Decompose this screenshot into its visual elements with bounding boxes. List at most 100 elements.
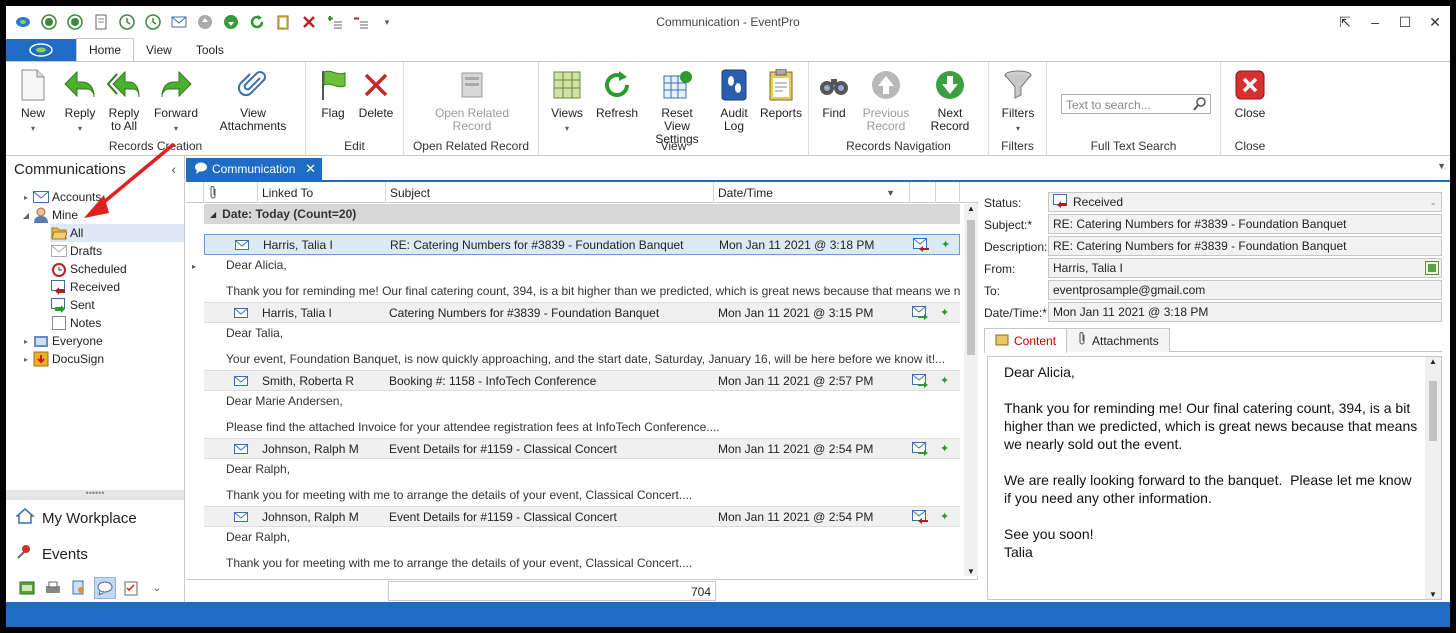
previous-record-button[interactable]: Previous Record [861, 68, 911, 133]
group-row-today[interactable]: ◢ Date: Today (Count=20) [204, 204, 960, 224]
table-row[interactable]: Harris, Talia I Catering Numbers for #383… [204, 302, 960, 323]
tree-item-scheduled[interactable]: Scheduled [50, 260, 127, 278]
tab-communication[interactable]: Communication ✕ [186, 158, 322, 180]
tree-item-mine[interactable]: ◢ Mine [20, 206, 78, 224]
header-flag[interactable] [936, 182, 960, 203]
tab-list-dropdown-icon[interactable]: ▼ [1437, 161, 1446, 171]
views-button[interactable]: Views ▾ [551, 68, 583, 135]
refresh-button[interactable]: Refresh [595, 68, 639, 120]
reset-view-settings-button[interactable]: Reset View Settings [647, 68, 707, 146]
grid-scroll-thumb[interactable] [967, 220, 975, 355]
tree-item-accounts[interactable]: ▸ Accounts [20, 188, 101, 206]
tree-item-all[interactable]: All [50, 224, 184, 242]
status-field[interactable]: Received ⌄ [1048, 192, 1442, 212]
table-row[interactable]: Harris, Talia I RE: Catering Numbers for … [204, 234, 960, 255]
from-field[interactable]: Harris, Talia I [1048, 258, 1442, 278]
table-row[interactable]: Johnson, Ralph M Event Details for #1159 … [204, 506, 960, 527]
tree-item-sent[interactable]: Sent [50, 296, 95, 314]
next-record-button[interactable]: Next Record [917, 68, 983, 133]
header-attachment-icon[interactable] [204, 182, 258, 203]
add-list-icon[interactable] [322, 10, 348, 34]
tab-view[interactable]: View [134, 39, 184, 61]
refresh-icon[interactable] [244, 10, 270, 34]
flag-status-icon[interactable]: ✦ [940, 303, 952, 322]
tree-item-received[interactable]: Received [50, 278, 120, 296]
reports-button[interactable]: Reports [759, 68, 803, 120]
forward-icon[interactable] [62, 10, 88, 34]
flag-status-icon[interactable]: ✦ [940, 507, 952, 526]
reply-all-button[interactable]: Reply to All [104, 68, 144, 133]
module-communications-icon[interactable] [94, 577, 116, 599]
minimize-button[interactable]: – [1360, 6, 1390, 38]
reply-button[interactable]: Reply ▾ [60, 68, 100, 135]
module-green-icon[interactable] [16, 577, 38, 599]
tab-content[interactable]: Content [984, 328, 1068, 353]
header-linked-to[interactable]: Linked To [258, 182, 386, 203]
header-date-time[interactable]: Date/Time ▼ [714, 182, 910, 203]
close-window-button[interactable]: ✕ [1420, 6, 1450, 38]
body-scroll-thumb[interactable] [1429, 381, 1437, 441]
clipboard-icon[interactable] [270, 10, 296, 34]
tree-item-drafts[interactable]: Drafts [50, 242, 102, 260]
document-icon[interactable] [88, 10, 114, 34]
header-subject[interactable]: Subject [386, 182, 714, 203]
flag-status-icon[interactable]: ✦ [940, 371, 952, 390]
find-button[interactable]: Find [819, 68, 849, 120]
view-attachments-button[interactable]: View Attachments [208, 68, 298, 133]
message-body[interactable]: Dear Alicia, Thank you for reminding me!… [987, 356, 1442, 600]
collapse-pane-icon[interactable]: ‹ [171, 161, 176, 177]
search-icon[interactable] [1192, 96, 1208, 112]
my-workplace-button[interactable]: My Workplace [15, 508, 137, 528]
customize-qat-icon[interactable]: ▾ [374, 10, 400, 34]
tree-item-everyone[interactable]: ▸ Everyone [20, 332, 103, 350]
body-scroll-down-icon[interactable]: ▼ [1429, 590, 1437, 599]
close-button[interactable]: Close [1233, 68, 1267, 120]
back-icon[interactable] [36, 10, 62, 34]
lookup-icon[interactable] [1425, 261, 1439, 277]
mail-icon[interactable] [166, 10, 192, 34]
flag-status-icon[interactable]: ✦ [940, 439, 952, 458]
scroll-up-icon[interactable]: ▲ [967, 204, 975, 213]
tree-item-notes[interactable]: Notes [50, 314, 101, 332]
audit-log-button[interactable]: Audit Log [717, 68, 751, 133]
restore-ribbon-icon[interactable]: ⇱ [1330, 6, 1360, 38]
text-search-input[interactable]: Text to search... [1061, 94, 1211, 114]
subject-field[interactable]: RE: Catering Numbers for #3839 - Foundat… [1048, 214, 1442, 234]
body-vertical-scrollbar[interactable]: ▲ ▼ [1425, 357, 1441, 599]
open-related-record-button[interactable]: Open Related Record [432, 68, 512, 133]
module-contacts-icon[interactable] [68, 577, 90, 599]
scroll-down-icon[interactable]: ▼ [967, 567, 975, 576]
delete-button[interactable]: Delete [358, 68, 394, 120]
tab-home[interactable]: Home [76, 38, 135, 61]
pane-splitter[interactable]: •••••• [6, 489, 184, 500]
table-row[interactable]: Smith, Roberta R Booking #: 1158 - InfoTe… [204, 370, 960, 391]
close-tab-icon[interactable]: ✕ [305, 161, 316, 177]
datetime-field[interactable]: Mon Jan 11 2021 @ 3:18 PM [1048, 302, 1442, 322]
body-scroll-up-icon[interactable]: ▲ [1429, 357, 1437, 366]
table-row[interactable]: Johnson, Ralph M Event Details for #1159 … [204, 438, 960, 459]
tree-item-docusign[interactable]: ▸ DocuSign [20, 350, 104, 368]
history-forward-icon[interactable] [140, 10, 166, 34]
module-more-icon[interactable]: ⌄ [146, 577, 168, 599]
header-direction[interactable] [910, 182, 936, 203]
flag-status-icon[interactable]: ✦ [941, 235, 953, 254]
module-printer-icon[interactable] [42, 577, 64, 599]
tab-tools[interactable]: Tools [184, 39, 236, 61]
application-menu-button[interactable] [6, 39, 76, 61]
events-button[interactable]: Events [16, 544, 88, 564]
delete-icon[interactable] [296, 10, 322, 34]
maximize-button[interactable]: ☐ [1390, 6, 1420, 38]
forward-button[interactable]: Forward ▾ [154, 68, 198, 135]
new-button[interactable]: New ▾ [16, 68, 50, 135]
description-field[interactable]: RE: Catering Numbers for #3839 - Foundat… [1048, 236, 1442, 256]
up-icon[interactable] [192, 10, 218, 34]
history-icon[interactable] [114, 10, 140, 34]
remove-list-icon[interactable] [348, 10, 374, 34]
module-tasks-icon[interactable] [120, 577, 142, 599]
flag-button[interactable]: Flag [318, 68, 348, 120]
status-dropdown-icon[interactable]: ⌄ [1429, 197, 1437, 208]
filters-button[interactable]: Filters ▾ [1001, 68, 1035, 135]
to-field[interactable]: eventprosample@gmail.com [1048, 280, 1442, 300]
down-icon[interactable] [218, 10, 244, 34]
tab-attachments[interactable]: Attachments [1066, 328, 1170, 352]
